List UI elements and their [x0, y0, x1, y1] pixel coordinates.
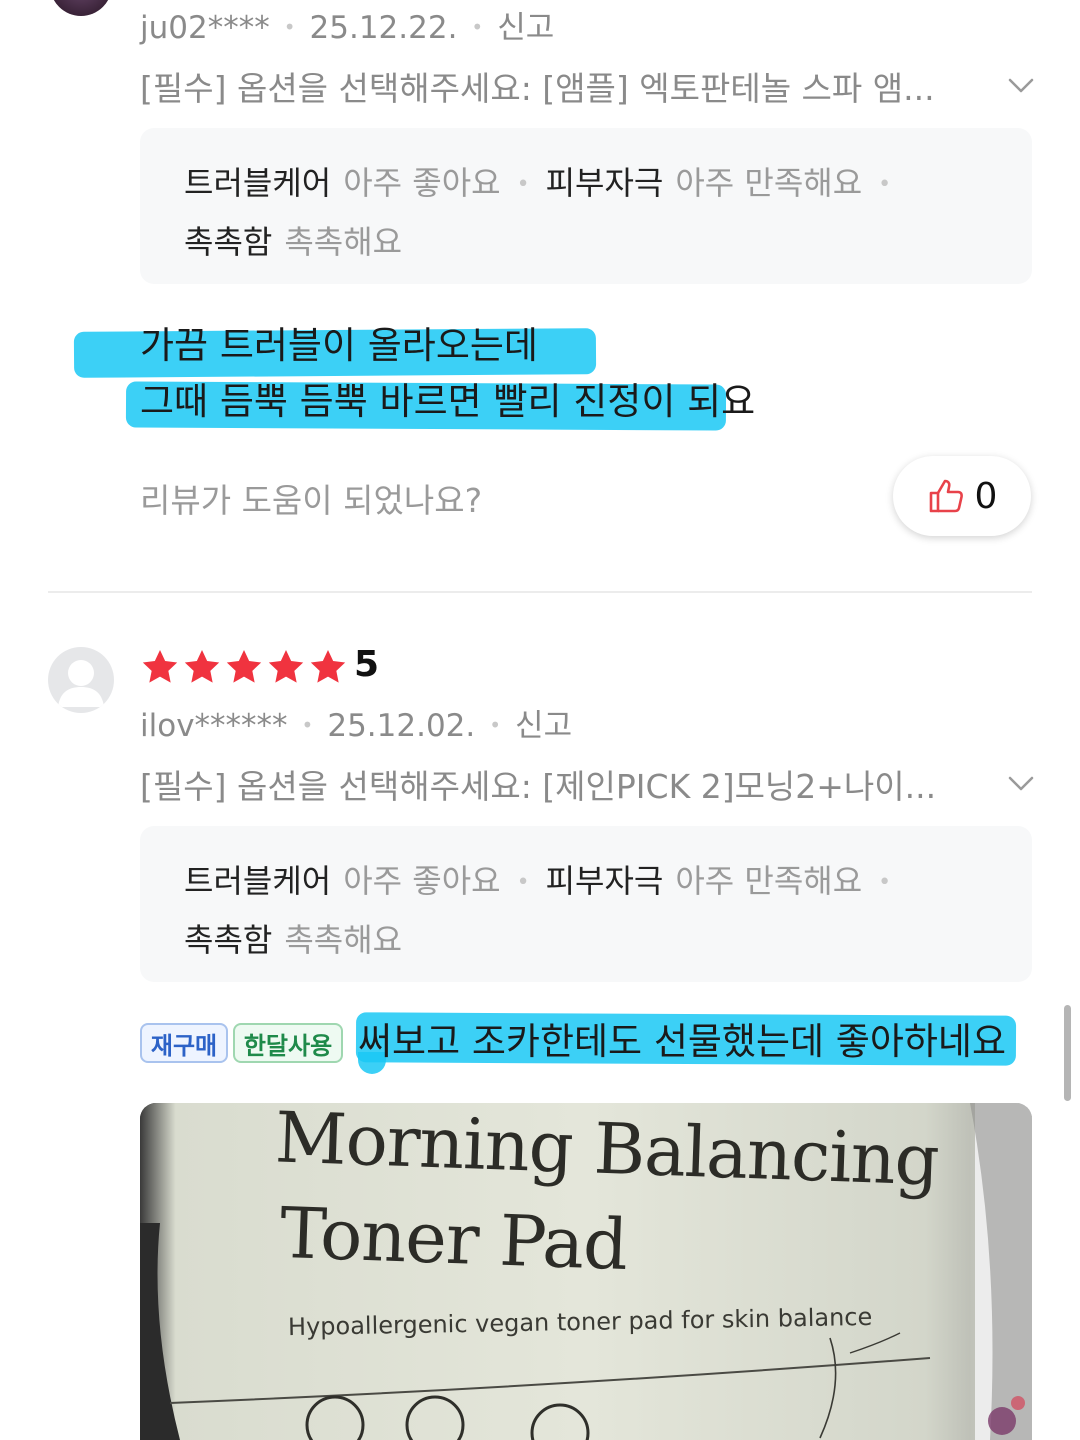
like-count: 0 [974, 475, 998, 517]
star-icon [226, 650, 262, 683]
attr-separator: • [516, 172, 530, 197]
attr-value: 촉촉해요 [284, 223, 403, 261]
username: ilov****** [140, 708, 288, 744]
meta-separator: • [301, 713, 314, 737]
review-meta: ilov****** • 25.12.02. • 신고 [140, 700, 572, 745]
chevron-down-icon[interactable] [1008, 72, 1034, 98]
attr-value: 아주 만족해요 [675, 862, 863, 900]
star-rating [140, 645, 348, 689]
review-body-text: 써보고 조카한테도 선물했는데 좋아하네요 [358, 1020, 1007, 1063]
attr-value: 아주 좋아요 [343, 862, 501, 900]
chevron-down-icon[interactable] [1008, 770, 1034, 796]
helpful-question: 리뷰가 도움이 되었나요? [140, 481, 483, 520]
review-attributes: 트러블케어 아주 좋아요 • 피부자극 아주 만족해요 • 촉촉함 촉촉해요 [140, 128, 1032, 284]
attr-key: 촉촉함 [184, 223, 273, 261]
review-photo[interactable]: Morning Balancing Toner Pad Hypoallergen… [140, 1103, 1032, 1440]
review-meta: ju02**** • 25.12.22. • 신고 [140, 2, 554, 47]
attr-value: 아주 좋아요 [343, 164, 501, 202]
star-icon [310, 650, 346, 683]
attribute-line: 트러블케어 아주 좋아요 • 피부자극 아주 만족해요 • [184, 156, 988, 215]
tag-repurchase: 재구매 [140, 1023, 228, 1063]
meta-separator: • [283, 15, 296, 39]
review-body-line: 그때 듬뿍 듬뿍 바르면 빨리 진정이 되요 [140, 380, 756, 423]
helpful-like-button[interactable]: 0 [893, 456, 1031, 536]
review-date: 25.12.02. [327, 708, 476, 744]
selected-option[interactable]: [필수] 옵션을 선택해주세요: [앰플] 엑토판테놀 스파 앰... [140, 62, 1032, 110]
reviewer-avatar [50, 0, 112, 16]
attribute-line: 촉촉함 촉촉해요 [184, 215, 988, 269]
selected-option[interactable]: [필수] 옵션을 선택해주세요: [제인PICK 2]모닝2+나이... [140, 760, 1032, 808]
meta-separator: • [471, 15, 484, 39]
photo-title-line2: Toner Pad [278, 1191, 629, 1287]
default-user-icon [58, 660, 104, 707]
attr-value: 아주 만족해요 [675, 164, 863, 202]
review-attributes: 트러블케어 아주 좋아요 • 피부자극 아주 만족해요 • 촉촉함 촉촉해요 [140, 826, 1032, 982]
star-icon [268, 650, 304, 683]
thumbs-up-icon [929, 479, 963, 513]
attr-key: 피부자극 [545, 164, 664, 202]
rating-value: 5 [354, 644, 380, 685]
review-body-line: 가끔 트러블이 올라오는데 [140, 324, 538, 367]
avatar [48, 647, 114, 713]
attr-key: 트러블케어 [184, 862, 332, 900]
report-link[interactable]: 신고 [515, 708, 572, 744]
review-divider [48, 591, 1032, 593]
attr-value: 촉촉해요 [284, 921, 403, 959]
star-icon [184, 650, 220, 683]
meta-separator: • [489, 713, 502, 737]
attr-separator: • [878, 870, 892, 895]
username: ju02**** [140, 10, 270, 46]
attr-key: 트러블케어 [184, 164, 332, 202]
report-link[interactable]: 신고 [497, 10, 554, 46]
attr-separator: • [878, 172, 892, 197]
attr-separator: • [516, 870, 530, 895]
attr-key: 촉촉함 [184, 921, 273, 959]
review-date: 25.12.22. [309, 10, 458, 46]
attribute-line: 트러블케어 아주 좋아요 • 피부자극 아주 만족해요 • [184, 854, 988, 913]
star-icon [142, 650, 178, 683]
attribute-line: 촉촉함 촉촉해요 [184, 913, 988, 967]
tag-one-month-use: 한달사용 [233, 1023, 343, 1063]
scrollbar[interactable] [1064, 1005, 1071, 1101]
attr-key: 피부자극 [545, 862, 664, 900]
